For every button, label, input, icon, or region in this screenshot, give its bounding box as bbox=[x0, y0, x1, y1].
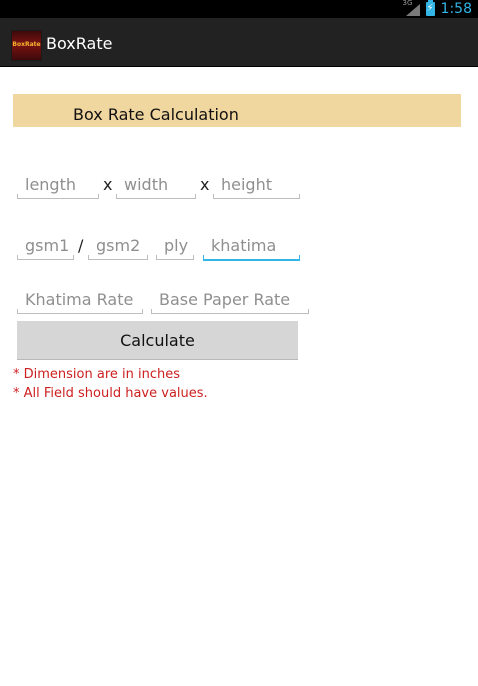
base-paper-rate-field[interactable] bbox=[151, 285, 309, 314]
khatima-rate-input[interactable] bbox=[17, 285, 143, 313]
action-bar: BoxRate BoxRate bbox=[0, 18, 478, 67]
length-field[interactable] bbox=[17, 170, 99, 199]
status-bar: 3G ⚡ 1:58 bbox=[0, 0, 478, 18]
app-title: BoxRate bbox=[46, 34, 113, 53]
dimension-note: * Dimension are in inches bbox=[13, 367, 181, 382]
multiply-sign: x bbox=[103, 175, 113, 194]
battery-icon: ⚡ bbox=[425, 0, 435, 16]
ply-field[interactable] bbox=[156, 231, 194, 260]
section-title: Box Rate Calculation bbox=[73, 105, 239, 124]
base-paper-rate-input[interactable] bbox=[151, 285, 309, 313]
khatima-input[interactable] bbox=[203, 231, 300, 259]
section-header: Box Rate Calculation bbox=[13, 94, 461, 127]
calculate-button[interactable]: Calculate bbox=[17, 321, 298, 360]
gsm1-input[interactable] bbox=[17, 231, 74, 259]
multiply-sign: x bbox=[200, 175, 210, 194]
gsm2-field[interactable] bbox=[88, 231, 148, 260]
ply-input[interactable] bbox=[156, 231, 194, 259]
height-field[interactable] bbox=[213, 170, 300, 199]
app-logo[interactable]: BoxRate bbox=[11, 30, 42, 61]
width-field[interactable] bbox=[116, 170, 196, 199]
signal-icon: 3G bbox=[403, 0, 420, 16]
required-fields-note: * All Field should have values. bbox=[13, 386, 208, 401]
width-input[interactable] bbox=[116, 170, 196, 198]
slash-separator: / bbox=[78, 236, 84, 255]
khatima-field[interactable] bbox=[203, 231, 300, 261]
gsm1-field[interactable] bbox=[17, 231, 74, 260]
gsm2-input[interactable] bbox=[88, 231, 148, 259]
status-time: 1:58 bbox=[440, 1, 472, 17]
length-input[interactable] bbox=[17, 170, 99, 198]
height-input[interactable] bbox=[213, 170, 300, 198]
khatima-rate-field[interactable] bbox=[17, 285, 143, 314]
